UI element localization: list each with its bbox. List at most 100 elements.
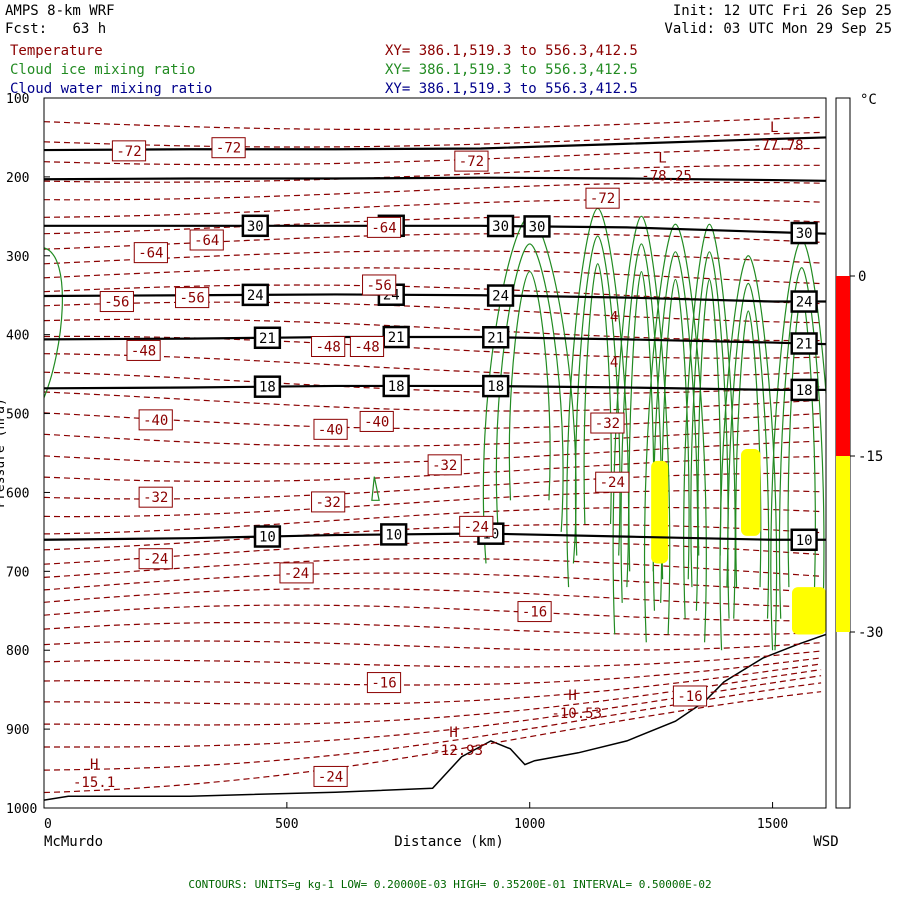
extremum-type: H bbox=[568, 688, 576, 704]
temperature-isotherm bbox=[44, 650, 822, 668]
temperature-label: -72 bbox=[459, 154, 484, 170]
y-axis-label: Pressure (hPa) bbox=[0, 398, 8, 508]
extremum-type: L bbox=[770, 120, 778, 136]
temperature-label: -64 bbox=[371, 220, 396, 236]
x-tick-label: 0 bbox=[44, 817, 52, 832]
colorbar: °C 0 -15 -30 bbox=[835, 92, 883, 809]
temperature-isotherm bbox=[44, 640, 822, 651]
temperature-label: -40 bbox=[143, 413, 168, 429]
height-label: 24 bbox=[796, 295, 813, 311]
height-line-18 bbox=[44, 384, 826, 391]
y-tick-label: 400 bbox=[6, 329, 29, 344]
x-tick-label: 1000 bbox=[514, 817, 545, 832]
temperature-isotherm bbox=[44, 116, 822, 130]
temperature-isotherm bbox=[44, 657, 822, 686]
temperature-label: -32 bbox=[315, 495, 340, 511]
temperature-label: -56 bbox=[179, 291, 204, 307]
temperature-isotherm bbox=[44, 604, 822, 622]
height-label: 30 bbox=[796, 226, 813, 242]
cloud-ice-contour bbox=[628, 270, 655, 572]
temperature-isotherm bbox=[44, 131, 822, 148]
temperature-label: -24 bbox=[600, 475, 625, 491]
y-tick-label: 600 bbox=[6, 486, 29, 501]
temperature-label: -16 bbox=[677, 689, 702, 705]
height-label: 24 bbox=[247, 288, 264, 304]
supercooled-region bbox=[651, 460, 669, 564]
temperature-label: -72 bbox=[216, 141, 241, 157]
temperature-isotherm bbox=[44, 506, 822, 535]
temperature-isotherm bbox=[44, 147, 822, 166]
y-tick-label: 700 bbox=[6, 565, 29, 580]
height-label: 10 bbox=[385, 527, 402, 543]
temperature-label: -24 bbox=[143, 552, 168, 568]
temperature-label: -40 bbox=[364, 414, 389, 430]
axes: 100 200 300 400 500 600 700 800 900 1000 0 500 1000 1… bbox=[0, 92, 839, 850]
colorbar-band-red bbox=[836, 276, 850, 456]
colorbar-label: -15 bbox=[858, 449, 883, 465]
colorbar-unit: °C bbox=[860, 92, 877, 108]
temperature-label: -64 bbox=[194, 233, 219, 249]
x-tick-label: 500 bbox=[275, 817, 298, 832]
temperature-label: -16 bbox=[522, 605, 547, 621]
temperature-isotherm bbox=[44, 391, 822, 412]
y-tick-label: 500 bbox=[6, 408, 29, 423]
colorbar-label: -30 bbox=[858, 625, 883, 641]
extremum-type: H bbox=[90, 757, 98, 773]
extremum-value: -78.25 bbox=[641, 169, 692, 185]
height-line-24 bbox=[44, 293, 826, 303]
x-axis-label: Distance (km) bbox=[394, 834, 504, 850]
y-tick-label: 800 bbox=[6, 644, 29, 659]
colorbar-band-yellow bbox=[836, 456, 850, 632]
cross-section-plot: 3030303030242424242121212118181818101010… bbox=[0, 92, 883, 850]
height-line-10 bbox=[44, 532, 826, 541]
supercooled-region bbox=[741, 449, 761, 536]
cloud-label: 4 bbox=[610, 355, 618, 371]
extremum-type: L bbox=[658, 151, 666, 167]
temperature-label: -56 bbox=[104, 295, 129, 311]
height-label: 18 bbox=[259, 380, 276, 396]
height-label: 18 bbox=[487, 379, 504, 395]
height-label: 18 bbox=[388, 379, 405, 395]
temperature-label: -32 bbox=[432, 458, 457, 474]
supercooled-region bbox=[792, 587, 826, 635]
height-label: 30 bbox=[529, 219, 546, 235]
temperature-isotherm bbox=[44, 572, 822, 593]
reference-line bbox=[44, 136, 826, 152]
temperature-label: -24 bbox=[318, 769, 343, 785]
temperature-isotherm bbox=[44, 198, 822, 218]
height-label: 30 bbox=[247, 219, 264, 235]
temperature-label: -64 bbox=[138, 246, 163, 262]
right-endpoint-label: WSD bbox=[813, 834, 838, 850]
height-label: 10 bbox=[259, 530, 276, 546]
y-tick-label: 900 bbox=[6, 723, 29, 738]
cloud-ice-contour bbox=[697, 278, 722, 556]
temperature-isotherm bbox=[44, 588, 822, 608]
extremum-type: H bbox=[449, 725, 457, 741]
temperature-isotherm bbox=[44, 524, 822, 551]
temperature-label: -40 bbox=[318, 422, 343, 438]
height-line-21 bbox=[44, 335, 826, 346]
height-lines bbox=[44, 136, 826, 541]
temperature-label: -16 bbox=[371, 676, 396, 692]
height-label: 21 bbox=[388, 330, 405, 346]
height-label: 10 bbox=[796, 533, 813, 549]
extremum-value: -10.53 bbox=[551, 706, 602, 722]
height-label: 21 bbox=[796, 336, 813, 352]
reference-line bbox=[44, 176, 826, 182]
y-tick-label: 300 bbox=[6, 250, 29, 265]
y-tick-label: 200 bbox=[6, 171, 29, 186]
footer-contours: CONTOURS: UNITS=g kg-1 LOW= 0.20000E-03 … bbox=[188, 878, 712, 891]
temperature-label: -72 bbox=[590, 191, 615, 207]
temperature-label: -24 bbox=[464, 519, 489, 535]
left-endpoint-label: McMurdo bbox=[44, 834, 103, 850]
temperature-label: -24 bbox=[284, 566, 309, 582]
cloud-ice-contour bbox=[690, 251, 729, 588]
temperature-label: -48 bbox=[315, 340, 340, 356]
temperature-isotherm bbox=[44, 181, 822, 201]
temperature-label: -72 bbox=[116, 144, 141, 160]
contour-labels: 3030303030242424242121212118181818101010… bbox=[73, 120, 818, 791]
cloud-ice-contour bbox=[44, 247, 63, 399]
y-tick-label: 100 bbox=[6, 92, 29, 107]
temperature-label: -48 bbox=[131, 343, 156, 359]
height-label: 24 bbox=[492, 289, 509, 305]
